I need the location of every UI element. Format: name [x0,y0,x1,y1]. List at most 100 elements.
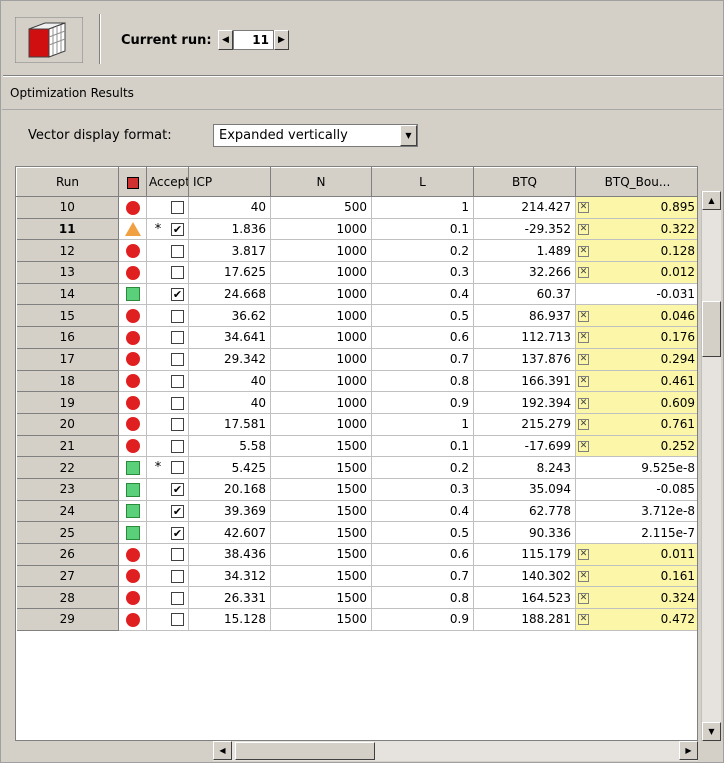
btq-bound-cell[interactable]: ✕ 0.761 [575,413,697,436]
vector-format-select[interactable]: Expanded vertically ▼ [213,124,418,147]
accept-checkbox[interactable]: ✔ [171,288,184,302]
l-cell[interactable]: 0.7 [371,565,474,588]
current-run-field[interactable]: 11 [233,30,274,50]
l-cell[interactable]: 0.7 [371,348,474,371]
run-number-cell[interactable]: 11 [16,217,119,241]
table-row[interactable]: 27 34.312 1500 0.7 140.302 ✕ 0.161 [16,564,697,588]
btq-bound-cell[interactable]: ✕ 0.324 [575,586,697,610]
horizontal-scrollbar[interactable]: ◀ ▶ [213,741,698,761]
l-cell[interactable]: 0.6 [371,326,474,349]
run-number-cell[interactable]: 24 [16,499,119,523]
accept-cell[interactable] [146,586,189,610]
n-cell[interactable]: 1500 [270,586,372,610]
btq-bound-cell[interactable]: ✕ 0.322 [575,218,697,241]
icp-cell[interactable]: 42.607 [188,521,271,544]
next-run-button[interactable]: ▶ [274,30,289,50]
l-cell[interactable]: 0.5 [371,304,474,328]
table-row[interactable]: 18 40 1000 0.8 166.391 ✕ 0.461 [16,369,697,393]
l-cell[interactable]: 1 [371,196,474,219]
l-cell[interactable]: 0.5 [371,521,474,544]
icp-cell[interactable]: 1.836 [188,218,271,241]
btq-bound-cell[interactable]: ✕ 0.161 [575,565,697,588]
accept-cell[interactable] [146,304,189,328]
accept-checkbox[interactable] [171,548,184,562]
table-row[interactable]: 14 ✔ 24.668 1000 0.4 60.37 -0.031 [16,282,697,306]
n-cell[interactable]: 1000 [270,218,372,241]
table-row[interactable]: 23 ✔ 20.168 1500 0.3 35.094 -0.085 [16,477,697,501]
l-cell[interactable]: 0.6 [371,543,474,566]
scroll-left-button[interactable]: ◀ [213,741,232,760]
btq-cell[interactable]: 166.391 [473,370,576,393]
table-row[interactable]: 15 36.62 1000 0.5 86.937 ✕ 0.046 [16,304,697,328]
l-cell[interactable]: 0.2 [371,239,474,263]
accept-cell[interactable] [146,543,189,566]
accept-checkbox[interactable] [171,613,184,627]
icp-cell[interactable]: 17.581 [188,413,271,436]
accept-cell[interactable] [146,239,189,263]
accept-cell[interactable] [146,608,189,631]
n-cell[interactable]: 500 [270,196,372,219]
run-number-cell[interactable]: 28 [16,586,119,610]
table-row[interactable]: 19 40 1000 0.9 192.394 ✕ 0.609 [16,391,697,414]
l-cell[interactable]: 0.3 [371,261,474,284]
icp-cell[interactable]: 5.425 [188,456,271,479]
l-cell[interactable]: 0.2 [371,456,474,479]
btq-bound-cell[interactable]: ✕ 0.012 [575,261,697,284]
btq-bound-cell[interactable]: ✕ 0.252 [575,435,697,458]
column-header-l[interactable]: L [371,167,474,197]
accept-cell[interactable] [146,391,189,414]
table-row[interactable]: 25 ✔ 42.607 1500 0.5 90.336 2.115e-7 [16,521,697,544]
icp-cell[interactable]: 17.625 [188,261,271,284]
l-cell[interactable]: 0.4 [371,500,474,523]
btq-cell[interactable]: 164.523 [473,586,576,610]
accept-cell[interactable]: ✔ [146,478,189,501]
btq-cell[interactable]: 60.37 [473,283,576,306]
accept-checkbox[interactable] [171,418,184,432]
btq-cell[interactable]: 32.266 [473,261,576,284]
run-number-cell[interactable]: 19 [16,391,119,414]
n-cell[interactable]: 1500 [270,521,372,544]
n-cell[interactable]: 1000 [270,261,372,284]
run-number-cell[interactable]: 22 [16,456,119,479]
n-cell[interactable]: 1000 [270,283,372,306]
accept-checkbox[interactable]: ✔ [171,526,184,540]
accept-checkbox[interactable] [171,461,184,475]
n-cell[interactable]: 1000 [270,391,372,414]
run-number-cell[interactable]: 15 [16,304,119,328]
icp-cell[interactable]: 34.641 [188,326,271,349]
btq-bound-cell[interactable]: ✕ 0.895 [575,196,697,219]
run-number-cell[interactable]: 26 [16,543,119,566]
table-row[interactable]: 24 ✔ 39.369 1500 0.4 62.778 3.712e-8 [16,499,697,523]
icp-cell[interactable]: 38.436 [188,543,271,566]
n-cell[interactable]: 1500 [270,456,372,479]
accept-cell[interactable] [146,326,189,349]
l-cell[interactable]: 0.1 [371,218,474,241]
table-row[interactable]: 22 * 5.425 1500 0.2 8.243 9.525e-8 [16,456,697,479]
run-number-cell[interactable]: 29 [16,608,119,631]
n-cell[interactable]: 1500 [270,543,372,566]
n-cell[interactable]: 1500 [270,478,372,501]
scroll-down-button[interactable]: ▼ [702,722,721,741]
btq-bound-cell[interactable]: ✕ 0.472 [575,608,697,631]
n-cell[interactable]: 1500 [270,565,372,588]
btq-cell[interactable]: 112.713 [473,326,576,349]
n-cell[interactable]: 1000 [270,348,372,371]
scroll-right-button[interactable]: ▶ [679,741,698,760]
column-header-btq-bound[interactable]: BTQ_Bou... [575,167,697,197]
btq-bound-cell[interactable]: ✕ 0.046 [575,304,697,328]
btq-cell[interactable]: 115.179 [473,543,576,566]
accept-cell[interactable] [146,261,189,284]
vertical-scroll-thumb[interactable] [702,301,721,357]
icp-cell[interactable]: 15.128 [188,608,271,631]
icp-cell[interactable]: 40 [188,370,271,393]
table-row[interactable]: 11 * ✔ 1.836 1000 0.1 -29.352 ✕ 0.322 [16,217,697,241]
column-header-n[interactable]: N [270,167,372,197]
table-row[interactable]: 17 29.342 1000 0.7 137.876 ✕ 0.294 [16,347,697,371]
btq-bound-cell[interactable]: ✕ 0.294 [575,348,697,371]
accept-checkbox[interactable] [171,331,184,345]
horizontal-scroll-thumb[interactable] [235,742,375,760]
dropdown-arrow-button[interactable]: ▼ [400,125,417,146]
accept-checkbox[interactable] [171,201,184,215]
column-header-btq[interactable]: BTQ [473,167,576,197]
run-number-cell[interactable]: 25 [16,521,119,544]
